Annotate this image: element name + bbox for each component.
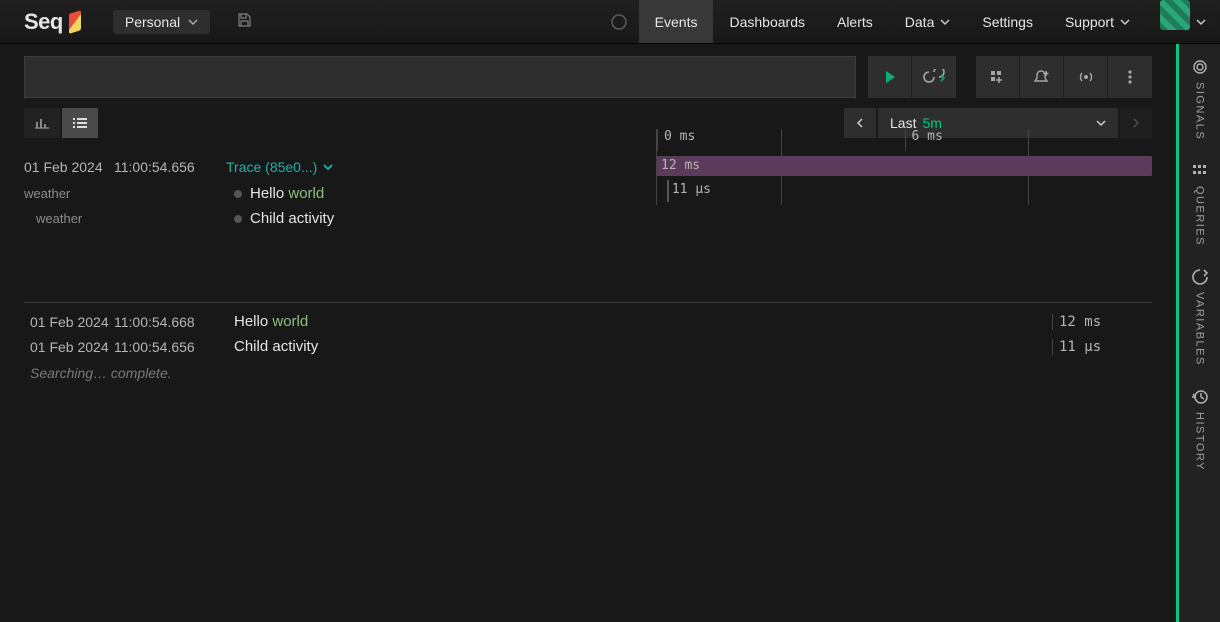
- next-icon: [1131, 118, 1141, 128]
- play-icon: [882, 69, 898, 85]
- trace-gantt: 0 ms 6 ms 12 ms 11 µs: [656, 129, 1152, 205]
- query-input[interactable]: [24, 56, 856, 98]
- stream-button[interactable]: [1064, 56, 1108, 98]
- chevron-down-icon: [1096, 118, 1106, 128]
- right-rail: SIGNALS QUERIES VARIABLES HISTORY: [1176, 44, 1220, 622]
- save-workspace-button[interactable]: [230, 6, 258, 37]
- chevron-down-icon: [1120, 17, 1130, 27]
- rail-variables-label: VARIABLES: [1194, 292, 1206, 366]
- span-bar-child[interactable]: [667, 180, 669, 202]
- auto-refresh-button[interactable]: [912, 56, 956, 98]
- span-duration: 11 µs: [672, 182, 711, 197]
- nav-events[interactable]: Events: [639, 0, 714, 43]
- event-time: 11:00:54.656: [114, 339, 234, 355]
- trace-time: 11:00:54.656: [114, 159, 226, 175]
- event-time: 11:00:54.668: [114, 314, 234, 330]
- event-date: 01 Feb 2024: [24, 314, 114, 330]
- rail-history[interactable]: HISTORY: [1191, 388, 1209, 471]
- stream-icon: [1077, 69, 1095, 85]
- event-duration: 11 µs: [1052, 339, 1152, 355]
- rail-queries-label: QUERIES: [1194, 186, 1206, 246]
- nav-settings[interactable]: Settings: [966, 0, 1049, 43]
- user-menu[interactable]: [1196, 0, 1220, 43]
- rail-signals[interactable]: SIGNALS: [1191, 58, 1209, 140]
- chevron-down-icon: [1196, 17, 1206, 27]
- add-signal-icon: [989, 69, 1007, 85]
- nav-data-label: Data: [905, 14, 935, 30]
- create-alert-icon: [1033, 69, 1051, 85]
- rail-signals-label: SIGNALS: [1194, 82, 1206, 140]
- nav-settings-label: Settings: [982, 14, 1033, 30]
- trace-title[interactable]: Trace (85e0...): [226, 159, 333, 175]
- event-duration: 12 ms: [1052, 314, 1152, 330]
- variables-icon: [1191, 268, 1209, 286]
- span-service: weather: [24, 211, 234, 226]
- event-date: 01 Feb 2024: [24, 339, 114, 355]
- event-message: Hello world: [234, 313, 1052, 330]
- app-name: Seq: [24, 9, 63, 35]
- save-icon: [236, 12, 252, 28]
- span-bar-root[interactable]: [657, 156, 1152, 176]
- gantt-tick: 6 ms: [905, 129, 943, 151]
- chart-view-button[interactable]: [24, 108, 60, 138]
- nav-alerts-label: Alerts: [837, 14, 873, 30]
- list-view-button[interactable]: [62, 108, 98, 138]
- nav-events-label: Events: [655, 14, 698, 30]
- gantt-tick: 0 ms: [657, 129, 695, 151]
- nav-dashboards-label: Dashboards: [729, 14, 805, 30]
- span-message[interactable]: Child activity: [250, 210, 334, 227]
- app-logo[interactable]: Seq: [24, 9, 81, 35]
- nav-support-label: Support: [1065, 14, 1114, 30]
- trace-title-text: Trace (85e0...): [226, 159, 317, 175]
- nav-alerts[interactable]: Alerts: [821, 0, 889, 43]
- rail-queries[interactable]: QUERIES: [1191, 162, 1209, 246]
- user-avatar[interactable]: [1160, 0, 1190, 30]
- signals-icon: [1191, 58, 1209, 76]
- event-list: 01 Feb 2024 11:00:54.668 Hello world 12 …: [24, 281, 1176, 381]
- nav-support[interactable]: Support: [1049, 0, 1146, 43]
- theme-toggle[interactable]: [599, 0, 639, 43]
- history-icon: [1191, 388, 1209, 406]
- moon-icon: [609, 12, 629, 32]
- span-service: weather: [24, 186, 234, 201]
- queries-icon: [1191, 162, 1209, 180]
- event-row[interactable]: 01 Feb 2024 11:00:54.656 Child activity …: [24, 334, 1152, 359]
- event-row[interactable]: 01 Feb 2024 11:00:54.668 Hello world 12 …: [24, 309, 1152, 334]
- list-icon: [71, 116, 89, 130]
- more-actions-button[interactable]: [1108, 56, 1152, 98]
- rail-history-label: HISTORY: [1194, 412, 1206, 471]
- nav-dashboards[interactable]: Dashboards: [713, 0, 821, 43]
- chevron-down-icon: [323, 162, 333, 172]
- workspace-selector[interactable]: Personal: [113, 10, 210, 34]
- create-alert-button[interactable]: [1020, 56, 1064, 98]
- span-bullet-icon: [234, 190, 242, 198]
- tail-icon: [923, 69, 945, 85]
- top-nav: Seq Personal Events Dashboards Alerts Da…: [0, 0, 1220, 44]
- add-to-signal-button[interactable]: [976, 56, 1020, 98]
- rail-variables[interactable]: VARIABLES: [1191, 268, 1209, 366]
- search-toolbar: [24, 56, 1176, 98]
- run-query-button[interactable]: [868, 56, 912, 98]
- trace-panel: 01 Feb 2024 11:00:54.656 Trace (85e0...)…: [24, 154, 1176, 231]
- workspace-label: Personal: [125, 14, 180, 30]
- trace-date: 01 Feb 2024: [24, 159, 114, 175]
- more-icon: [1128, 70, 1132, 84]
- span-message[interactable]: Hello world: [250, 185, 324, 202]
- chevron-down-icon: [940, 17, 950, 27]
- search-status: Searching… complete.: [24, 359, 1152, 381]
- chart-icon: [33, 116, 51, 130]
- event-message: Child activity: [234, 338, 1052, 355]
- span-bullet-icon: [234, 215, 242, 223]
- chevron-down-icon: [188, 17, 198, 27]
- logo-flag-icon: [69, 10, 81, 34]
- span-duration: 12 ms: [661, 158, 700, 173]
- prev-icon: [855, 118, 865, 128]
- nav-data[interactable]: Data: [889, 0, 967, 43]
